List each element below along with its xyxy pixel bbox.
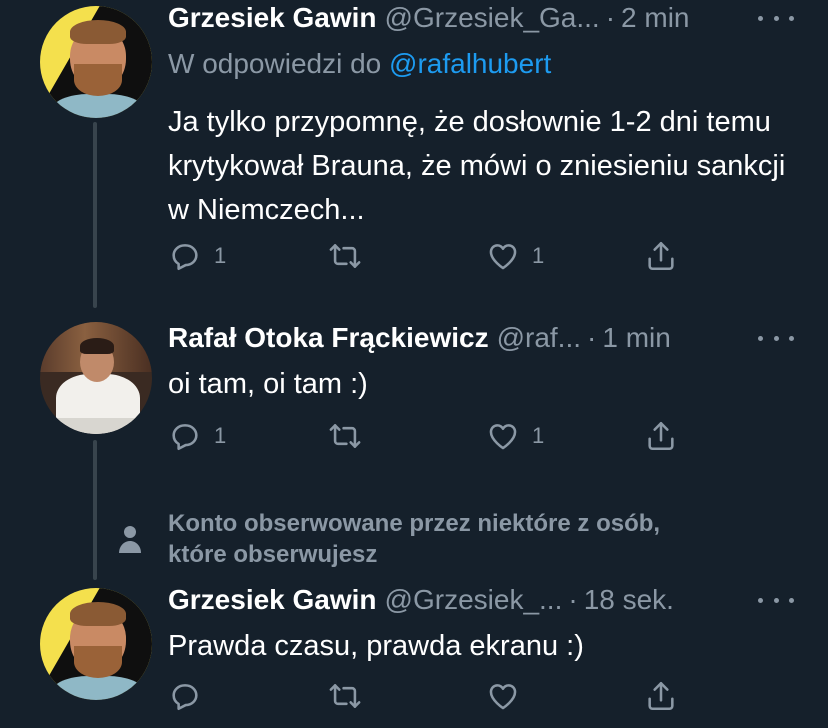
- author-handle[interactable]: @Grzesiek_Ga...: [385, 2, 600, 34]
- more-icon[interactable]: [758, 8, 794, 28]
- like-button[interactable]: 1: [486, 236, 544, 276]
- tweet[interactable]: Rafał Otoka Frąckiewicz @raf... · 1 min …: [0, 310, 828, 460]
- like-count: 1: [532, 423, 545, 448]
- reply-icon: [172, 684, 198, 711]
- reply-button[interactable]: 1: [168, 236, 226, 276]
- retweet-icon: [329, 244, 361, 268]
- reply-icon: [172, 424, 198, 451]
- share-button[interactable]: [644, 236, 678, 276]
- more-icon[interactable]: [758, 328, 794, 348]
- reply-context: W odpowiedzi do @rafalhubert: [168, 48, 551, 80]
- author-name[interactable]: Rafał Otoka Frąckiewicz: [168, 322, 489, 354]
- avatar[interactable]: [40, 322, 152, 434]
- share-icon: [648, 421, 674, 451]
- tweet-text: Ja tylko przypomnę, że dosłownie 1-2 dni…: [168, 106, 786, 226]
- tweet-actions: 1 1: [168, 416, 708, 456]
- tweet[interactable]: Grzesiek Gawin @Grzesiek_Ga... · 2 min W…: [0, 0, 828, 300]
- separator-dot: ·: [568, 584, 578, 615]
- reply-prefix: W odpowiedzi do: [168, 48, 390, 79]
- retweet-button[interactable]: [328, 236, 362, 276]
- retweet-button[interactable]: [328, 416, 362, 456]
- tweet[interactable]: Konto obserwowane przez niektóre z osób,…: [0, 500, 828, 728]
- reply-button[interactable]: [168, 676, 202, 716]
- avatar[interactable]: [40, 588, 152, 700]
- tweet-text: Prawda czasu, prawda ekranu :): [168, 630, 584, 662]
- separator-dot: ·: [605, 2, 616, 33]
- like-count: 1: [532, 243, 545, 268]
- like-icon: [489, 684, 517, 710]
- timestamp[interactable]: 1 min: [602, 322, 670, 354]
- reply-count: 1: [214, 243, 227, 268]
- timestamp[interactable]: 18 sek.: [584, 584, 674, 616]
- person-icon: [119, 526, 141, 553]
- author-handle[interactable]: @raf...: [497, 322, 581, 354]
- retweet-icon: [329, 424, 361, 448]
- author-handle[interactable]: @Grzesiek_...: [385, 584, 563, 616]
- tweet-actions: 1 1: [168, 236, 708, 276]
- like-button[interactable]: [486, 676, 520, 716]
- author-name[interactable]: Grzesiek Gawin: [168, 2, 377, 34]
- reply-icon: [172, 244, 198, 271]
- retweet-button[interactable]: [328, 676, 362, 716]
- timestamp[interactable]: 2 min: [621, 2, 689, 34]
- share-button[interactable]: [644, 416, 678, 456]
- avatar[interactable]: [40, 6, 152, 118]
- more-icon[interactable]: [758, 590, 794, 610]
- share-button[interactable]: [644, 676, 678, 716]
- author-name[interactable]: Grzesiek Gawin: [168, 584, 377, 616]
- like-icon: [489, 244, 517, 270]
- reply-mention[interactable]: @rafalhubert: [389, 48, 551, 79]
- retweet-icon: [329, 684, 361, 708]
- reply-count: 1: [214, 423, 227, 448]
- tweet-text: oi tam, oi tam :): [168, 368, 368, 400]
- tweet-actions: [168, 676, 708, 716]
- social-context: Konto obserwowane przez niektóre z osób,…: [168, 510, 661, 568]
- reply-button[interactable]: 1: [168, 416, 226, 456]
- share-icon: [648, 241, 674, 271]
- share-icon: [648, 681, 674, 711]
- like-icon: [489, 424, 517, 450]
- like-button[interactable]: 1: [486, 416, 544, 456]
- separator-dot: ·: [587, 322, 597, 353]
